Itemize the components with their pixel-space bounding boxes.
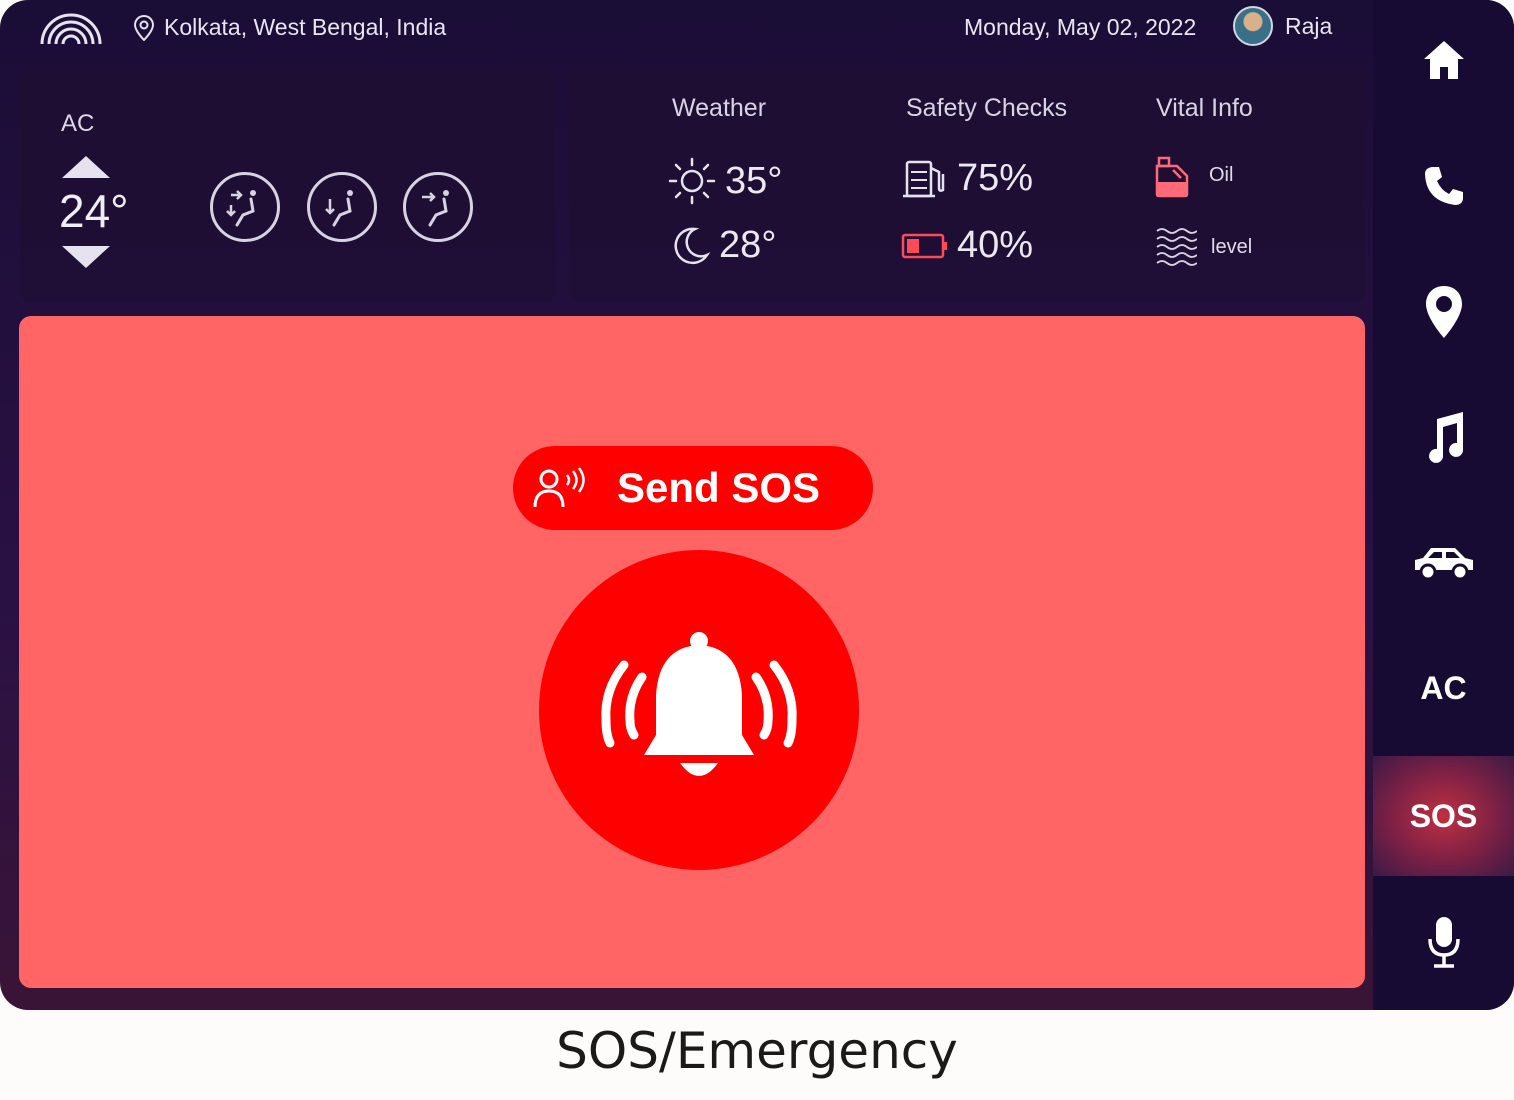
nav-car[interactable]: [1373, 502, 1514, 622]
nav-home[interactable]: [1373, 0, 1514, 120]
phone-icon: [1424, 167, 1463, 205]
day-temp-value: 35°: [725, 159, 783, 202]
car-icon: [1414, 548, 1473, 581]
top-bar: Kolkata, West Bengal, India Monday, May …: [0, 0, 1372, 58]
nav-sos-label: SOS: [1409, 797, 1478, 834]
nav-music[interactable]: [1373, 376, 1514, 496]
map-pin-icon: [1425, 286, 1462, 338]
microphone-icon: [1427, 917, 1460, 968]
fuel-pump-icon: [903, 160, 945, 198]
date-text: Monday, May 02, 2022: [964, 14, 1197, 40]
alarm-bell-icon: [601, 632, 797, 776]
fuel-value: 75%: [957, 156, 1034, 199]
location-pin-icon: [134, 14, 154, 41]
send-sos-label: Send SOS: [617, 464, 821, 511]
level-text: level: [1211, 235, 1253, 258]
vital-title: Vital Info: [1156, 94, 1253, 122]
oil-status: Oil: [1153, 152, 1233, 198]
music-note-icon: [1428, 412, 1463, 463]
nav-sos[interactable]: SOS: [1373, 756, 1514, 876]
nav-ac[interactable]: AC: [1373, 628, 1514, 748]
sos-panel: Send SOS: [19, 316, 1365, 988]
night-temp-value: 28°: [719, 224, 777, 266]
alarm-button[interactable]: [539, 550, 859, 870]
seat-airflow-face-icon: [422, 190, 449, 227]
battery-low-icon: [901, 233, 947, 258]
sun-icon: [668, 157, 716, 205]
nav-ac-label: AC: [1420, 669, 1467, 706]
temp-down-button[interactable]: [62, 246, 110, 268]
seat-airflow-face-feet-icon: [226, 190, 256, 227]
fuel-level: 75%: [901, 154, 1033, 202]
weather-title: Weather: [672, 94, 767, 122]
sidebar-nav: AC SOS: [1373, 0, 1514, 1010]
dashboard-screen: Kolkata, West Bengal, India Monday, May …: [0, 0, 1514, 1010]
oil-text: Oil: [1209, 163, 1234, 186]
nav-voice[interactable]: [1373, 882, 1514, 1002]
location-text: Kolkata, West Bengal, India: [164, 14, 447, 40]
temp-up-button[interactable]: [62, 156, 110, 178]
nav-phone[interactable]: [1373, 126, 1514, 246]
battery-value: 40%: [957, 224, 1034, 266]
ac-panel: AC 24°: [20, 66, 556, 302]
user-profile[interactable]: Raja: [1233, 6, 1332, 46]
level-status: level: [1155, 226, 1252, 268]
info-panel: Weather 35° 28° Safety Checks 75% 40% Vi…: [569, 66, 1365, 302]
fluid-level-waves-icon: [1156, 228, 1197, 266]
vent-feet-button[interactable]: [307, 172, 377, 242]
location: Kolkata, West Bengal, India: [134, 14, 446, 41]
person-broadcast-icon: [533, 467, 585, 508]
seat-airflow-feet-icon: [325, 190, 353, 227]
night-temperature: 28°: [669, 224, 776, 267]
ac-temperature: 24°: [59, 185, 129, 237]
nav-location[interactable]: [1373, 252, 1514, 372]
moon-icon: [674, 227, 711, 264]
ac-label: AC: [61, 110, 95, 137]
day-temperature: 35°: [667, 156, 782, 206]
vent-face-feet-button[interactable]: [210, 172, 280, 242]
page-caption: SOS/Emergency: [556, 1022, 958, 1080]
home-icon: [1423, 41, 1464, 79]
signal-icon: [40, 13, 102, 45]
battery-level: 40%: [901, 224, 1033, 267]
vent-face-button[interactable]: [403, 172, 473, 242]
safety-title: Safety Checks: [906, 94, 1068, 122]
send-sos-button[interactable]: Send SOS: [513, 446, 873, 530]
oil-can-icon: [1155, 156, 1189, 198]
avatar[interactable]: [1233, 6, 1273, 46]
user-name: Raja: [1285, 12, 1333, 39]
